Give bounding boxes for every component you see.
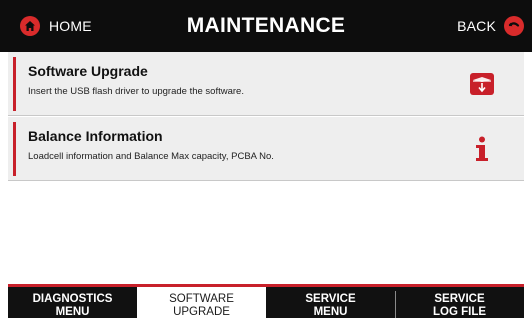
tab-label-line1: SOFTWARE — [169, 293, 234, 305]
tab-label-line2: MENU — [313, 306, 348, 318]
tab-label-line2: MENU — [55, 306, 90, 318]
software-upgrade-item[interactable]: Software Upgrade Insert the USB flash dr… — [8, 52, 524, 116]
balance-information-item[interactable]: Balance Information Loadcell information… — [8, 117, 524, 181]
back-label: BACK — [457, 18, 496, 34]
item-title: Software Upgrade — [28, 63, 148, 79]
info-icon — [468, 135, 496, 163]
header-bar: HOME MAINTENANCE BACK — [0, 0, 532, 52]
tab-diagnostics-menu[interactable]: DIAGNOSTICS MENU — [8, 287, 137, 318]
tab-label-line1: SERVICE — [434, 293, 485, 305]
item-description: Insert the USB flash driver to upgrade t… — [28, 86, 244, 97]
tab-label-line1: DIAGNOSTICS — [32, 293, 113, 305]
item-title: Balance Information — [28, 128, 163, 144]
tab-label-line2: LOG FILE — [432, 306, 487, 318]
tab-label-line1: SERVICE — [305, 293, 356, 305]
back-button[interactable]: BACK — [457, 0, 524, 52]
back-arrow-icon — [504, 16, 524, 36]
box-download-icon — [468, 70, 496, 98]
tab-service-menu[interactable]: SERVICE MENU — [266, 287, 395, 318]
tab-software-upgrade[interactable]: SOFTWARE UPGRADE — [137, 287, 266, 318]
item-accent-bar — [13, 57, 16, 111]
tab-label-line2: UPGRADE — [173, 306, 230, 318]
home-icon — [20, 16, 40, 36]
home-button[interactable]: HOME — [20, 0, 92, 52]
item-accent-bar — [13, 122, 16, 176]
item-description: Loadcell information and Balance Max cap… — [28, 151, 274, 162]
home-label: HOME — [49, 18, 92, 34]
tab-service-log-file[interactable]: SERVICE LOG FILE — [395, 287, 524, 318]
bottom-tab-bar: DIAGNOSTICS MENU SOFTWARE UPGRADE SERVIC… — [8, 284, 524, 318]
